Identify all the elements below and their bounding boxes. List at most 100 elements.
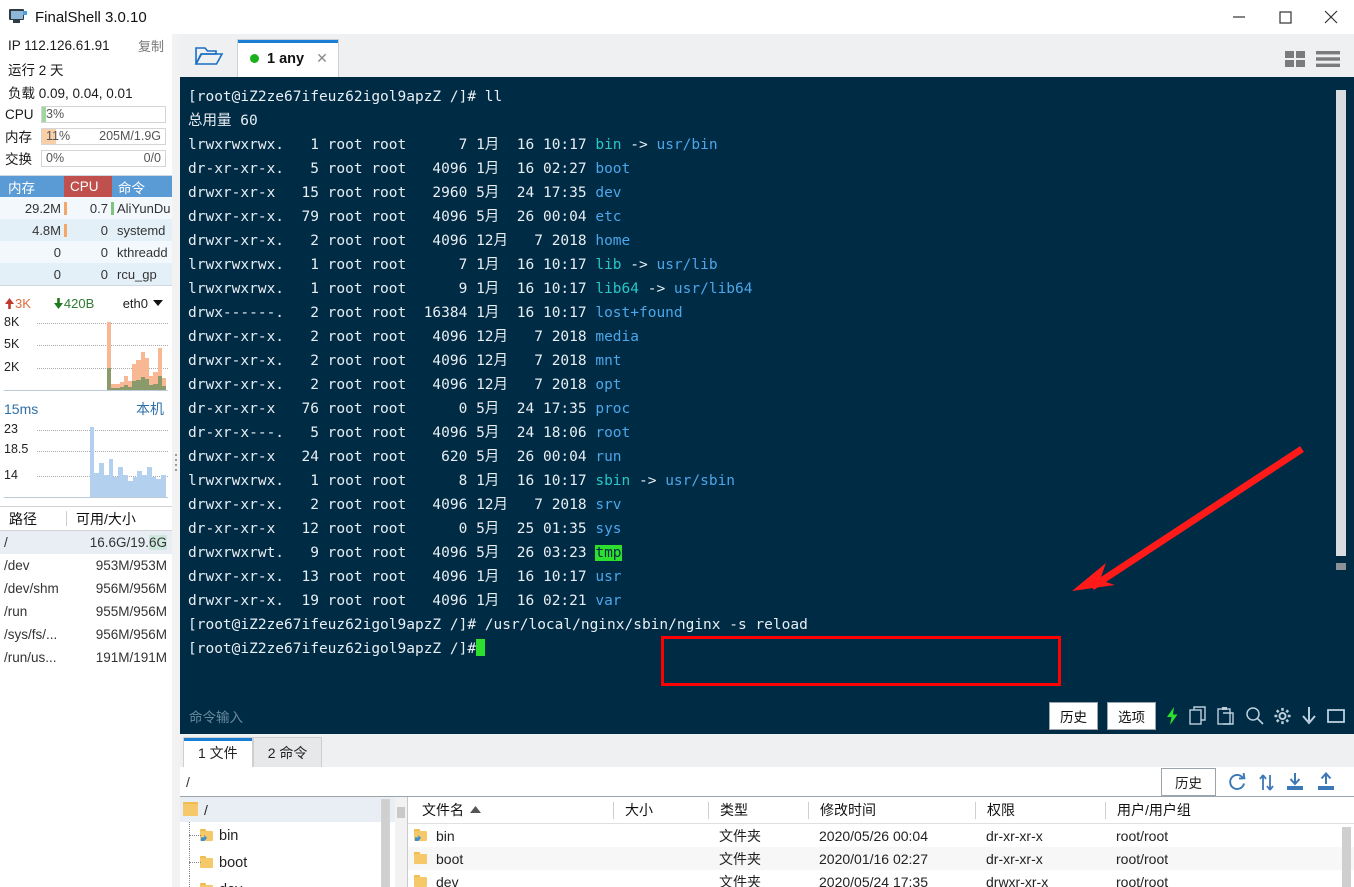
file-list[interactable]: 文件名 大小 类型 修改时间 权限 用户/用户组 bin 文件夹 2020/05/2… [407, 797, 1354, 887]
table-row[interactable]: boot 文件夹 2020/01/16 02:27 dr-xr-xr-x root/ro… [408, 847, 1354, 870]
disk-row[interactable]: /run/us... 191M/191M [0, 646, 172, 669]
refresh-icon[interactable] [1227, 772, 1247, 792]
minimize-button[interactable] [1216, 0, 1262, 34]
disk-row[interactable]: /dev/shm 956M/956M [0, 577, 172, 600]
col-owner[interactable]: 用户/用户组 [1105, 801, 1305, 819]
disk-row[interactable]: / 16.6G/19.6G [0, 531, 172, 554]
terminal-scrollbar-thumb[interactable] [1336, 90, 1346, 556]
window-icon[interactable] [1326, 706, 1346, 726]
paste-icon[interactable] [1217, 706, 1236, 726]
col-permissions[interactable]: 权限 [975, 801, 1105, 819]
col-modified[interactable]: 修改时间 [808, 801, 975, 819]
table-row[interactable]: bin 文件夹 2020/05/26 00:04 dr-xr-xr-x root/roo… [408, 824, 1354, 847]
terminal-line: [root@iZ2ze67ifeuz62igol9apzZ /]# [188, 637, 1324, 661]
terminal-line: lrwxrwxrwx. 1 root root 7 1月 16 10:17 li… [188, 257, 718, 273]
file-panel-splitter[interactable] [395, 797, 407, 887]
download-icon[interactable] [1301, 706, 1317, 726]
disk-row[interactable]: /run 955M/956M [0, 600, 172, 623]
sort-icon[interactable] [1258, 772, 1274, 792]
copy-ip-button[interactable]: 复制 [138, 36, 164, 55]
server-ip-row: IP 112.126.61.91 复制 [0, 34, 172, 57]
table-row[interactable]: dev 文件夹 2020/05/24 17:35 drwxr-xr-x root/roo… [408, 870, 1354, 887]
process-memory: 29.2M [24, 200, 61, 216]
grid-view-icon[interactable] [1285, 50, 1307, 71]
terminal-line: drwx------. 2 root root 16384 1月 16 10:1… [188, 305, 683, 321]
close-button[interactable] [1308, 0, 1354, 34]
folder-icon [414, 829, 427, 841]
process-row[interactable]: 29.2M 0.7 AliYunDu [0, 197, 172, 219]
search-icon[interactable] [1245, 706, 1264, 726]
process-table[interactable]: 内存 CPU 命令 29.2M 0.7 AliYunDu 4.8M 0 systemd 0 0… [0, 175, 172, 286]
terminal-tab-label: 1 any [267, 50, 305, 67]
terminal-options-button[interactable]: 选项 [1107, 702, 1156, 730]
copy-icon[interactable] [1189, 706, 1208, 726]
process-row[interactable]: 0 0 kthreadd [0, 241, 172, 263]
terminal-line: 总用量 60 [188, 113, 258, 129]
sidebar-splitter[interactable] [172, 34, 180, 887]
terminal-line: drwxr-xr-x 15 root root 2960 5月 24 17:35… [188, 185, 622, 201]
server-monitor-sidebar: IP 112.126.61.91 复制 运行 2 天 负载 0.09, 0.04… [0, 34, 172, 887]
terminal-line: drwxr-xr-x. 2 root root 4096 12月 7 2018 … [188, 497, 622, 513]
network-interface-select[interactable]: eth0 [123, 296, 168, 311]
folder-icon [200, 856, 213, 868]
process-row[interactable]: 0 0 rcu_gp [0, 263, 172, 285]
process-col-memory[interactable]: 内存 [0, 176, 64, 197]
tab-commands[interactable]: 2 命令 [252, 737, 323, 767]
process-col-cpu[interactable]: CPU [64, 176, 112, 197]
meter-交换: 交换 0% 0/0 [0, 147, 172, 169]
tab-files[interactable]: 1 文件 [183, 737, 253, 767]
upload-icon[interactable] [1316, 771, 1336, 792]
terminal-line: drwxr-xr-x. 2 root root 4096 12月 7 2018 … [188, 233, 631, 249]
file-owner: root/root [1116, 873, 1169, 887]
file-manager-panel: 1 文件 2 命令 / 历史 / bin boot 文件名 大小 类型 修改时间… [180, 734, 1354, 887]
download-icon[interactable] [1285, 772, 1305, 792]
disk-col-path[interactable]: 路径 [0, 509, 66, 529]
main-area: 1 any ✕ [root@iZ2ze67ifeuz62igol9apzZ /]… [180, 34, 1354, 887]
command-input[interactable]: 命令输入 [180, 706, 243, 726]
col-type[interactable]: 类型 [708, 801, 808, 819]
ping-target[interactable]: 本机 [136, 399, 168, 419]
disk-row[interactable]: /dev 953M/953M [0, 554, 172, 577]
directory-tree[interactable]: / bin boot dev [180, 797, 395, 887]
terminal-line: dr-xr-xr-x 76 root root 0 5月 24 17:35 pr… [188, 401, 631, 417]
terminal-scrollbar-button[interactable] [1336, 563, 1346, 570]
process-memory: 0 [53, 244, 61, 260]
terminal-tab-1[interactable]: 1 any ✕ [237, 39, 339, 77]
terminal-history-button[interactable]: 历史 [1049, 702, 1098, 730]
meter-bar: 3% [41, 105, 166, 123]
meter-bar: 11% 205M/1.9G [41, 127, 166, 145]
tree-root[interactable]: / [180, 797, 395, 822]
process-row[interactable]: 4.8M 0 systemd [0, 219, 172, 241]
tree-node[interactable]: boot [180, 849, 395, 876]
file-list-scrollbar[interactable] [1342, 827, 1351, 887]
col-filename[interactable]: 文件名 [408, 802, 613, 819]
disk-row[interactable]: /sys/fs/... 956M/956M [0, 623, 172, 646]
tree-node[interactable]: bin [180, 822, 395, 849]
terminal-output[interactable]: [root@iZ2ze67ifeuz62igol9apzZ /]# ll 总用量 … [180, 77, 1354, 698]
terminal-tab-strip: 1 any ✕ [180, 34, 1354, 77]
meter-percent: 3% [46, 107, 65, 121]
tree-node[interactable]: dev [180, 876, 395, 887]
process-col-command[interactable]: 命令 [112, 176, 172, 197]
network-graph-block: 3K 420B eth0 8K 5K 2K [0, 293, 172, 391]
tree-scrollbar[interactable] [381, 799, 390, 887]
close-tab-icon[interactable]: ✕ [312, 50, 328, 67]
network-graph-header: 3K 420B eth0 [4, 293, 168, 313]
disk-col-size[interactable]: 可用/大小 [67, 509, 172, 529]
file-modified: 2020/05/26 00:04 [819, 827, 928, 844]
folder-icon [414, 852, 427, 864]
file-history-button[interactable]: 历史 [1161, 767, 1216, 796]
folder-icon [183, 802, 198, 816]
open-folder-icon[interactable] [180, 35, 237, 77]
file-name-cell: dev [408, 874, 613, 887]
file-path-input[interactable]: / [180, 774, 190, 790]
disk-value: 956M/956M [95, 627, 167, 642]
maximize-button[interactable] [1262, 0, 1308, 34]
gear-icon[interactable] [1273, 706, 1292, 726]
terminal-line: drwxr-xr-x. 2 root root 4096 12月 7 2018 … [188, 353, 622, 369]
bolt-icon[interactable] [1165, 706, 1180, 726]
col-size[interactable]: 大小 [613, 801, 708, 819]
net-y-label-0: 8K [4, 315, 20, 329]
ping-graph-header: 15ms 本机 [4, 398, 168, 420]
list-view-icon[interactable] [1316, 50, 1340, 71]
